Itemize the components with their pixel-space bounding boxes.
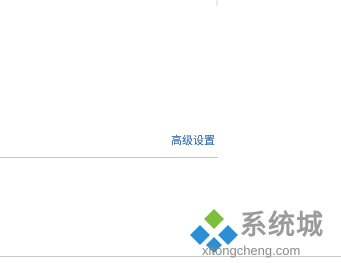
divider [0,157,218,158]
watermark-url: xitongcheng.com [202,243,301,258]
advanced-settings-link[interactable]: 高级设置 [171,134,215,148]
watermark-title: 系统城 [240,210,324,241]
panel-edge [216,0,218,6]
watermark: 系统城 xitongcheng.com [186,205,341,263]
